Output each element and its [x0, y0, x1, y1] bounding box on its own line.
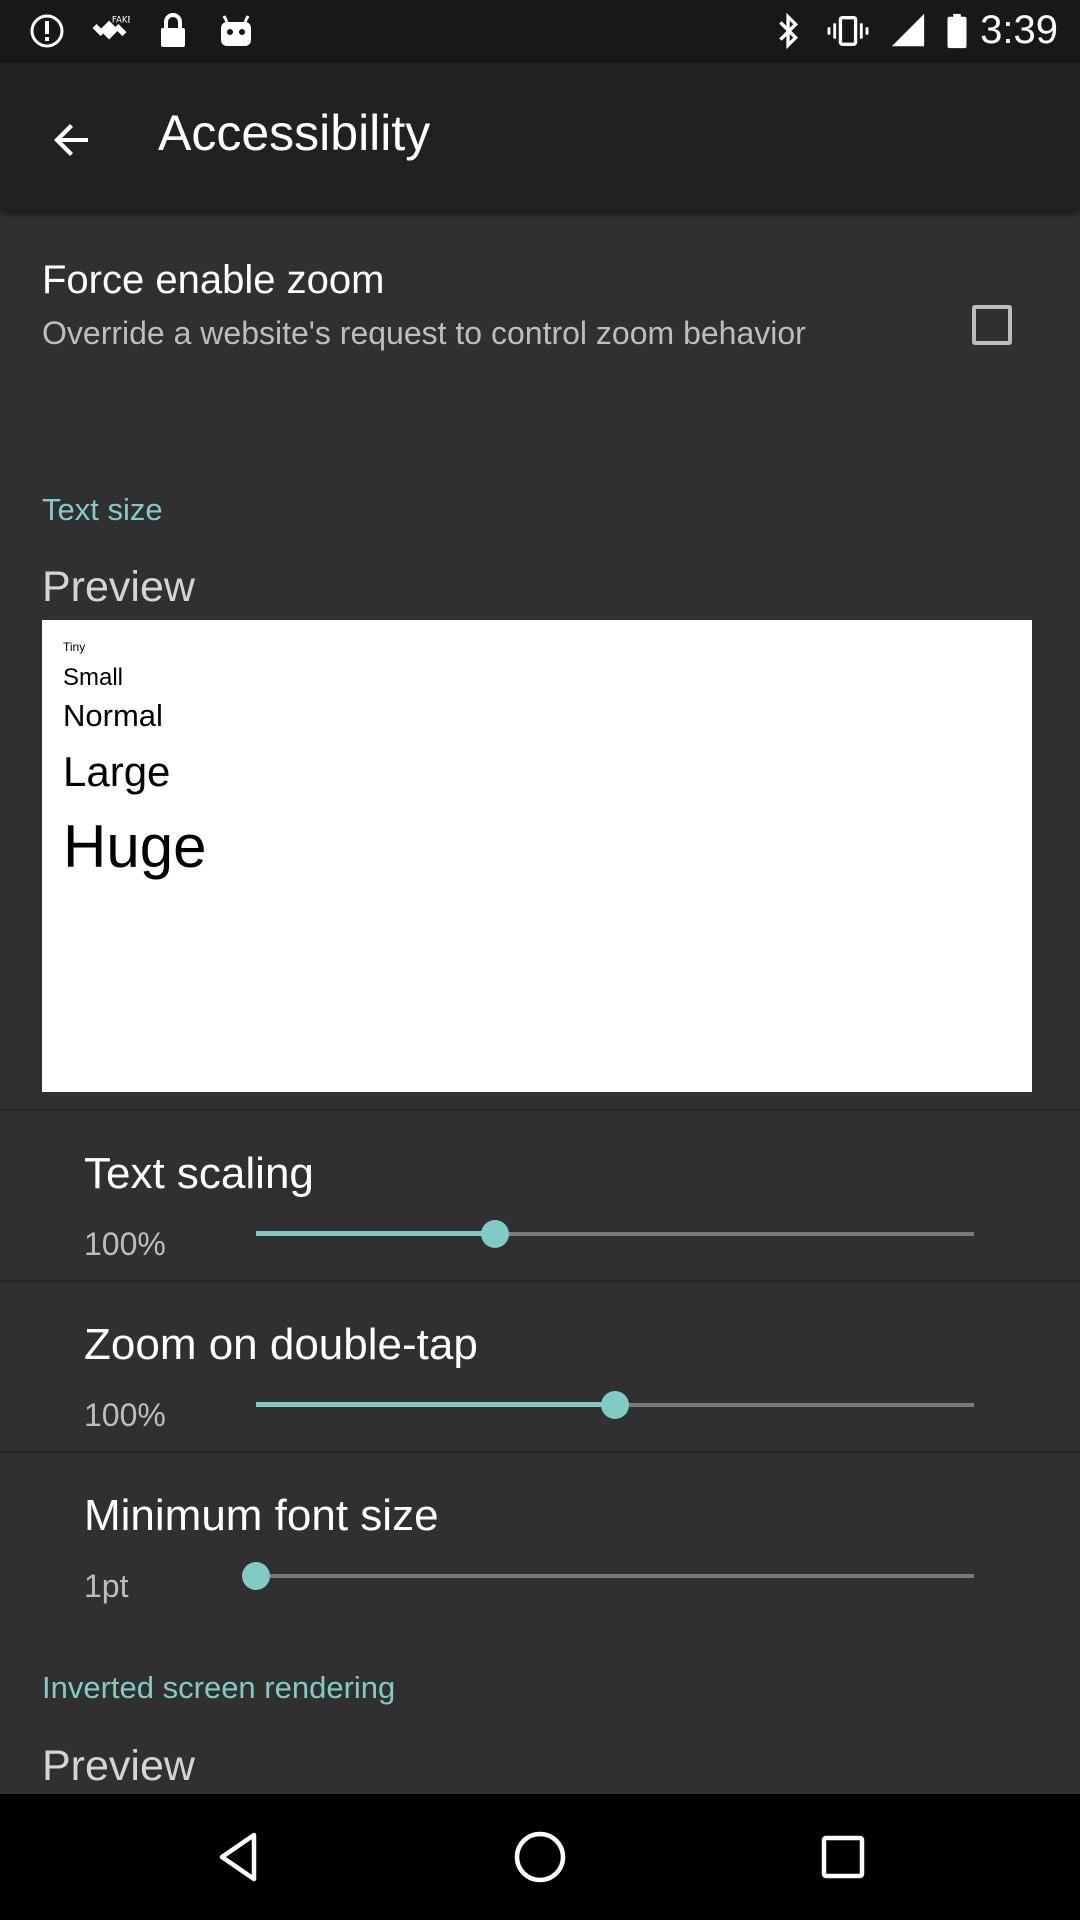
- android-icon: [221, 15, 251, 46]
- inverted-preview-label: Preview: [42, 1742, 195, 1790]
- preview-sample-huge: Huge: [63, 813, 207, 880]
- alert-circle-icon: [30, 14, 64, 48]
- vibrate-icon: [827, 16, 869, 46]
- preview-sample-large: Large: [63, 748, 171, 795]
- text-scaling-value: 100%: [84, 1226, 166, 1262]
- svg-text:FAKE: FAKE: [112, 15, 130, 25]
- text-scaling-row: Text scaling 100%: [0, 1111, 1080, 1281]
- slider-fill: [256, 1402, 615, 1407]
- status-bar: FAKE 3:39: [0, 0, 1080, 62]
- app-bar: Accessibility: [0, 62, 1080, 210]
- force-enable-zoom-checkbox[interactable]: [972, 305, 1012, 345]
- settings-list[interactable]: Force enable zoom Override a website's r…: [0, 210, 1080, 1794]
- nav-recents-button[interactable]: [803, 1817, 883, 1897]
- lock-icon: [161, 13, 185, 47]
- home-circle-icon: [514, 1831, 566, 1883]
- fake-gps-icon: FAKE: [92, 15, 130, 40]
- preview-sample-normal: Normal: [63, 698, 163, 733]
- battery-icon: [947, 13, 967, 49]
- nav-home-button[interactable]: [500, 1817, 580, 1897]
- force-enable-zoom-row[interactable]: Force enable zoom Override a website's r…: [0, 210, 1080, 430]
- text-size-preview-label: Preview: [42, 563, 195, 611]
- slider-thumb[interactable]: [601, 1391, 629, 1419]
- signal-icon: [891, 13, 925, 47]
- recents-square-icon: [821, 1835, 865, 1879]
- back-triangle-icon: [219, 1832, 257, 1882]
- text-size-preview-box: Tiny Small Normal Large Huge: [42, 620, 1032, 1092]
- slider-track: [256, 1574, 974, 1578]
- preview-sample-tiny: Tiny: [63, 640, 86, 654]
- text-scaling-slider[interactable]: [256, 1214, 974, 1254]
- zoom-double-tap-slider[interactable]: [256, 1385, 974, 1425]
- slider-thumb[interactable]: [242, 1562, 270, 1590]
- section-header-inverted-rendering: Inverted screen rendering: [42, 1670, 396, 1705]
- back-button[interactable]: [36, 104, 108, 176]
- bluetooth-icon: [779, 12, 799, 50]
- status-time: 3:39: [980, 8, 1058, 52]
- zoom-double-tap-row: Zoom on double-tap 100%: [0, 1282, 1080, 1452]
- force-enable-zoom-summary: Override a website's request to control …: [42, 315, 806, 351]
- zoom-double-tap-value: 100%: [84, 1397, 166, 1433]
- min-font-size-title: Minimum font size: [84, 1491, 439, 1540]
- slider-fill: [256, 1231, 496, 1236]
- force-enable-zoom-title: Force enable zoom: [42, 258, 385, 302]
- min-font-size-row: Minimum font size 1pt: [0, 1453, 1080, 1623]
- preview-sample-small: Small: [63, 664, 124, 691]
- min-font-size-value: 1pt: [84, 1568, 129, 1604]
- text-scaling-title: Text scaling: [84, 1149, 314, 1198]
- nav-back-button[interactable]: [200, 1817, 280, 1897]
- section-header-text-size: Text size: [42, 492, 163, 527]
- navigation-bar: [0, 1794, 1080, 1920]
- arrow-back-icon: [54, 124, 88, 156]
- page-title: Accessibility: [158, 105, 431, 161]
- min-font-size-slider[interactable]: [242, 1556, 974, 1596]
- slider-thumb[interactable]: [481, 1220, 510, 1248]
- zoom-double-tap-title: Zoom on double-tap: [84, 1320, 478, 1369]
